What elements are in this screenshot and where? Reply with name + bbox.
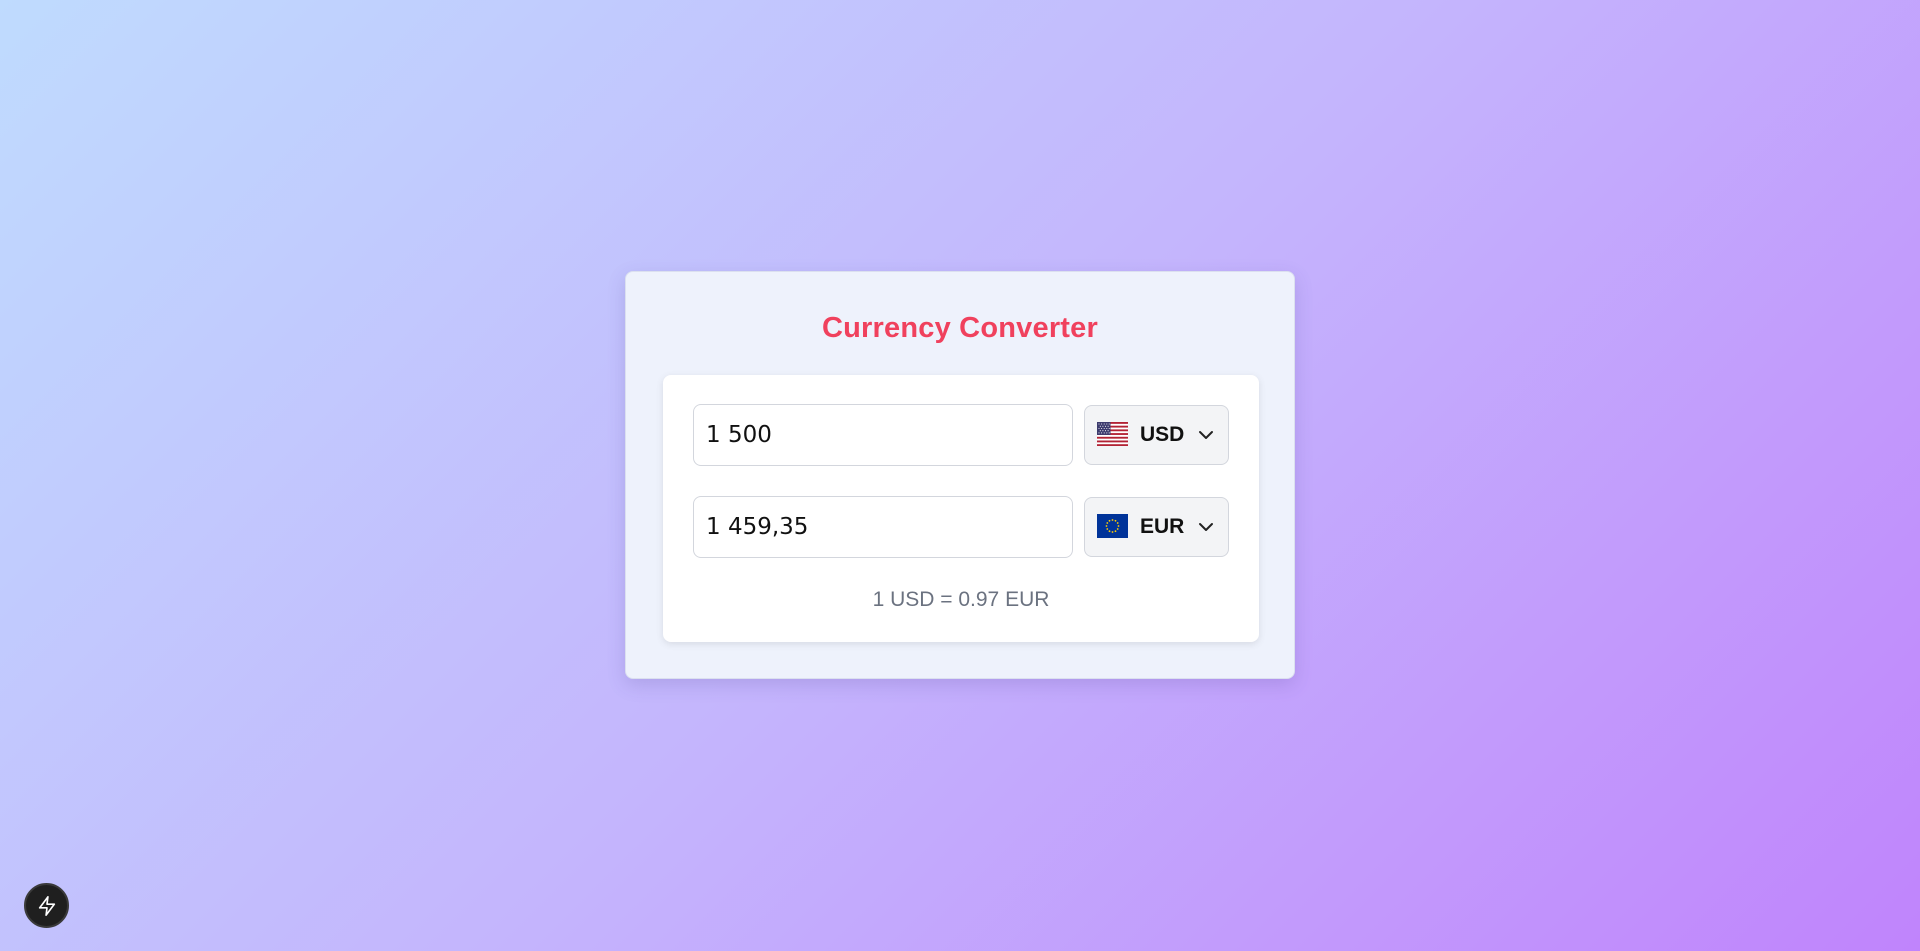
from-amount-input[interactable] [693, 404, 1073, 466]
chevron-down-icon [1198, 427, 1214, 448]
eu-flag-icon [1097, 514, 1128, 538]
to-amount-input[interactable] [693, 496, 1073, 558]
from-currency-select[interactable]: USD [1084, 405, 1229, 465]
chevron-down-icon [1198, 519, 1214, 540]
lightning-icon [38, 896, 56, 916]
exchange-rate-text: 1 USD = 0.97 EUR [872, 588, 1050, 611]
to-currency-select[interactable]: EUR [1084, 497, 1229, 557]
us-flag-icon [1097, 422, 1128, 446]
converter-card: Currency Converter 1 500 USD 1 459,35 EU… [625, 271, 1295, 679]
page-title: Currency Converter [822, 312, 1098, 344]
converter-panel: USD [663, 375, 1259, 642]
to-currency-code: EUR [1140, 515, 1185, 538]
from-currency-code: USD [1140, 423, 1185, 446]
quick-action-button[interactable] [24, 883, 69, 928]
